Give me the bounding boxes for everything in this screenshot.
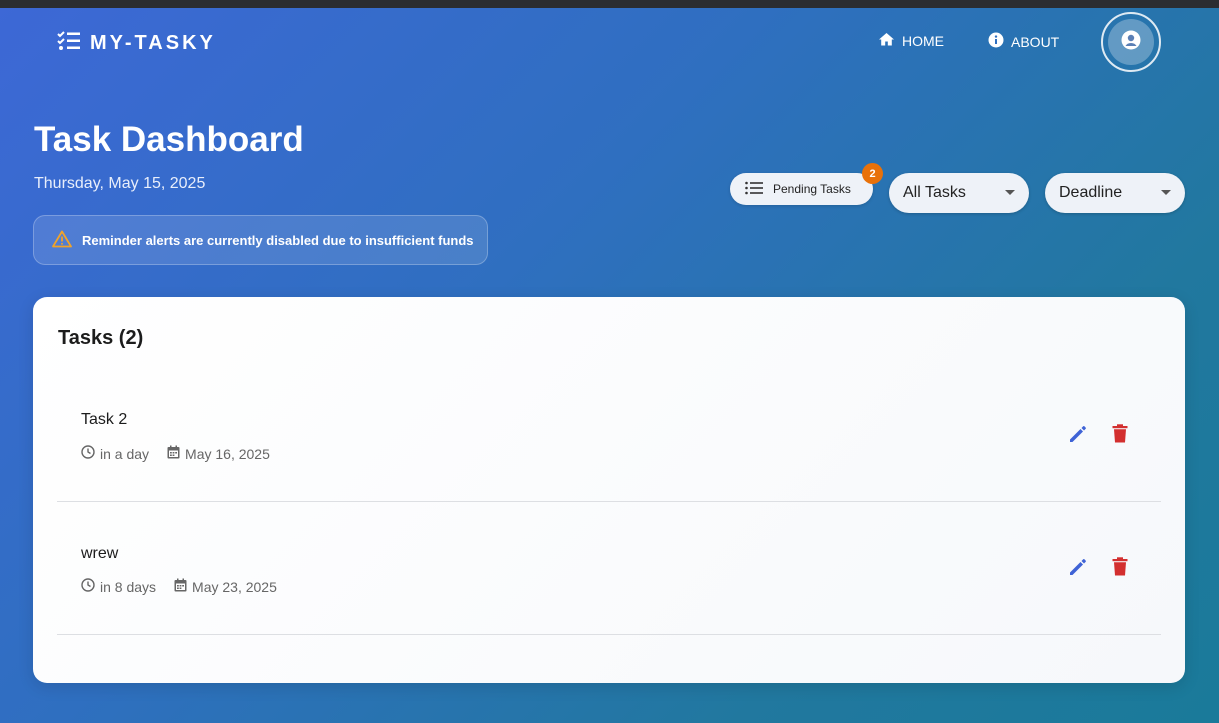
task-due-date: May 23, 2025: [174, 578, 277, 595]
delete-task-button[interactable]: [1108, 557, 1132, 581]
task-name: Task 2: [81, 411, 128, 428]
brand-logo[interactable]: MY-TASKY: [57, 30, 216, 57]
nav-home-link[interactable]: HOME: [878, 32, 944, 49]
pending-tasks-button[interactable]: Pending Tasks: [730, 173, 873, 205]
checklist-icon: [57, 30, 81, 57]
task-meta: in a day May 16, 2025: [81, 445, 288, 462]
task-due-date: May 16, 2025: [167, 445, 270, 462]
page-title: Task Dashboard: [34, 120, 304, 159]
task-relative-text: in a day: [100, 445, 150, 462]
trash-icon: [1112, 424, 1128, 448]
home-icon: [878, 32, 895, 49]
user-avatar-button[interactable]: [1101, 12, 1161, 72]
page-date: Thursday, May 15, 2025: [34, 175, 206, 192]
nav-about-label: ABOUT: [1011, 33, 1060, 50]
task-row[interactable]: wrew in 8 days May 23, 2025: [57, 502, 1161, 635]
task-meta: in 8 days May 23, 2025: [81, 578, 295, 595]
tasks-title: Tasks (2): [58, 327, 144, 349]
task-relative-time: in a day: [81, 445, 149, 462]
info-icon: [988, 32, 1004, 51]
list-icon: [745, 181, 763, 198]
sort-select[interactable]: Deadline: [1045, 173, 1185, 213]
task-due-text: May 23, 2025: [192, 578, 277, 595]
alert-message: Reminder alerts are currently disabled d…: [82, 232, 474, 248]
task-row[interactable]: Task 2 in a day May 16, 2025: [57, 369, 1161, 502]
warning-icon: [52, 230, 72, 251]
calendar-icon: [167, 445, 180, 462]
calendar-icon: [174, 578, 187, 595]
edit-task-button[interactable]: [1066, 424, 1090, 448]
delete-task-button[interactable]: [1108, 424, 1132, 448]
task-name: wrew: [81, 545, 119, 562]
pending-count-badge: 2: [862, 163, 883, 184]
task-filter-value: All Tasks: [903, 184, 966, 201]
chevron-down-icon: [1005, 190, 1015, 195]
pending-tasks-label: Pending Tasks: [773, 182, 851, 196]
edit-task-button[interactable]: [1066, 557, 1090, 581]
pencil-icon: [1068, 424, 1088, 449]
avatar: [1108, 19, 1154, 65]
nav-home-label: HOME: [902, 32, 944, 49]
task-due-text: May 16, 2025: [185, 445, 270, 462]
clock-icon: [81, 445, 95, 462]
tasks-card: Tasks (2) Task 2 in a day May 16, 2025 w…: [33, 297, 1185, 683]
sort-value: Deadline: [1059, 184, 1123, 201]
task-relative-time: in 8 days: [81, 578, 156, 595]
nav-about-link[interactable]: ABOUT: [988, 32, 1059, 51]
browser-top-strip: [0, 0, 1219, 8]
brand-name: MY-TASKY: [90, 32, 216, 54]
pencil-icon: [1068, 557, 1088, 582]
reminder-alert: Reminder alerts are currently disabled d…: [33, 215, 488, 265]
trash-icon: [1112, 557, 1128, 581]
chevron-down-icon: [1161, 190, 1171, 195]
user-circle-icon: [1121, 30, 1141, 55]
task-relative-text: in 8 days: [100, 578, 157, 595]
clock-icon: [81, 578, 95, 595]
task-filter-select[interactable]: All Tasks: [889, 173, 1029, 213]
